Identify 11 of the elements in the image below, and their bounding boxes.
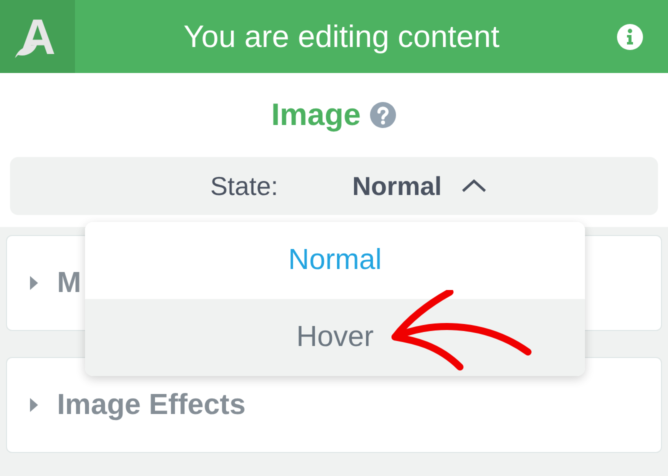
state-value: Normal	[352, 170, 442, 202]
section-title: Image Effects	[57, 388, 246, 422]
info-icon[interactable]	[616, 22, 644, 50]
section-title: M	[57, 266, 82, 300]
header-title: You are editing content	[182, 18, 500, 54]
help-icon[interactable]	[368, 101, 397, 129]
dropdown-option[interactable]: Normal	[85, 222, 585, 299]
state-label: State:	[210, 170, 280, 202]
dropdown-option[interactable]: Hover	[85, 299, 585, 376]
state-dropdown[interactable]: State: Normal	[10, 157, 658, 215]
widget-title: Image	[271, 97, 361, 133]
